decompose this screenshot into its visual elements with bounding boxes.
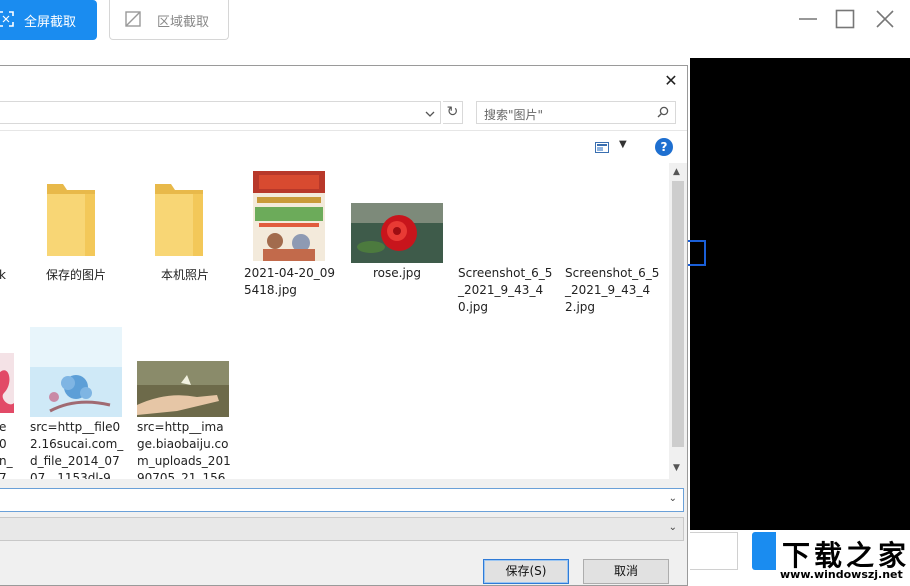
bottom-input-field[interactable] <box>690 532 738 570</box>
file-type-select[interactable]: ⌄ <box>0 517 684 541</box>
file-item-image[interactable]: Screenshot_6_5_2021_9_43_40.jpg <box>457 263 555 323</box>
dialog-toolbar: ▼ ? <box>0 130 687 163</box>
cancel-button[interactable]: 取消 <box>583 559 669 584</box>
file-name-field[interactable]: ⌄ <box>0 488 684 512</box>
vertical-scrollbar[interactable]: ▲ ▼ <box>669 163 687 479</box>
address-bar[interactable] <box>0 101 441 124</box>
dialog-title-bar: ✕ <box>0 66 687 96</box>
crop-icon <box>125 11 141 27</box>
watermark-url: www.windowszj.net <box>780 568 903 581</box>
refresh-icon[interactable]: ↻ <box>443 101 463 124</box>
flower-thumbnail <box>30 327 122 417</box>
minimize-icon[interactable] <box>797 8 819 30</box>
file-caption: 2021-04-20_095418.jpg <box>244 266 336 297</box>
file-caption: 本机照片 <box>161 268 210 282</box>
folder-icon <box>47 184 95 256</box>
save-button[interactable]: 保存(S) <box>483 559 569 584</box>
view-dropdown-icon[interactable]: ▼ <box>619 139 627 150</box>
view-mode-icon[interactable] <box>595 142 609 153</box>
file-caption: src=http__image.biaobaiju.com_uploads_20… <box>137 420 231 479</box>
capture-preview-area[interactable] <box>690 58 910 530</box>
full-screen-capture-label: 全屏截取 <box>24 15 77 30</box>
selection-handle <box>688 240 706 266</box>
folder-icon <box>155 184 203 256</box>
file-item-image[interactable]: src=http__file02.16sucai.com_d_file_2014… <box>29 327 125 479</box>
file-caption: k <box>0 268 6 282</box>
app-toolbar: 全屏截取 区域截取 <box>0 0 910 58</box>
region-capture-label: 区域截取 <box>157 15 210 30</box>
file-caption: 保存的图片 <box>46 268 107 282</box>
search-placeholder: 搜索"图片" <box>484 108 544 122</box>
dialog-close-icon[interactable]: ✕ <box>661 71 681 91</box>
file-item-partial[interactable]: k <box>0 163 19 303</box>
file-item-image[interactable]: 2021-04-20_095418.jpg <box>243 171 339 311</box>
file-caption: rose.jpg <box>373 266 422 280</box>
search-icon <box>657 106 669 118</box>
partial-thumbnail <box>0 353 14 413</box>
file-caption: src=http__file02.16sucai.com_d_file_2014… <box>30 420 124 479</box>
address-row: ↻ 搜索"图片" <box>0 96 687 130</box>
chevron-down-icon[interactable]: ⌄ <box>669 493 677 504</box>
search-input[interactable]: 搜索"图片" <box>476 101 676 124</box>
close-icon[interactable] <box>874 8 896 30</box>
hand-thumbnail <box>137 361 229 417</box>
maximize-icon[interactable] <box>834 8 856 30</box>
file-item-folder[interactable]: 本机照片 <box>147 177 237 307</box>
scroll-up-icon[interactable]: ▲ <box>673 167 680 177</box>
poster-thumbnail <box>253 171 325 261</box>
file-caption: e0 n_ 70 7 <box>0 420 13 479</box>
rose-thumbnail <box>351 203 443 263</box>
scrollbar-thumb[interactable] <box>672 181 684 447</box>
chevron-down-icon[interactable]: ⌄ <box>669 522 677 533</box>
file-item-image[interactable]: Screenshot_6_5_2021_9_43_42.jpg <box>564 263 662 323</box>
file-item-image[interactable]: src=http__image.biaobaiju.com_uploads_20… <box>136 361 232 479</box>
save-file-dialog: ✕ ↻ 搜索"图片" ▼ ? k 保存的图片 本机照片 2021-04-20_0… <box>0 65 688 586</box>
full-screen-capture-button[interactable]: 全屏截取 <box>0 0 97 40</box>
scroll-down-icon[interactable]: ▼ <box>673 463 680 473</box>
watermark-logo: 下载之家 www.windowszj.net <box>776 530 910 586</box>
file-item-partial[interactable]: e0 n_ 70 7 <box>0 353 21 479</box>
chevron-down-icon[interactable] <box>424 108 436 120</box>
help-icon[interactable]: ? <box>655 138 673 156</box>
region-capture-button[interactable]: 区域截取 <box>109 0 229 40</box>
file-item-folder[interactable]: 保存的图片 <box>39 177 129 307</box>
file-caption: Screenshot_6_5_2021_9_43_42.jpg <box>565 266 660 314</box>
file-caption: Screenshot_6_5_2021_9_43_40.jpg <box>458 266 553 314</box>
fullscreen-icon <box>0 11 14 27</box>
file-list[interactable]: k 保存的图片 本机照片 2021-04-20_095418.jpg rose.… <box>0 163 669 479</box>
file-item-image[interactable]: rose.jpg <box>349 203 445 303</box>
